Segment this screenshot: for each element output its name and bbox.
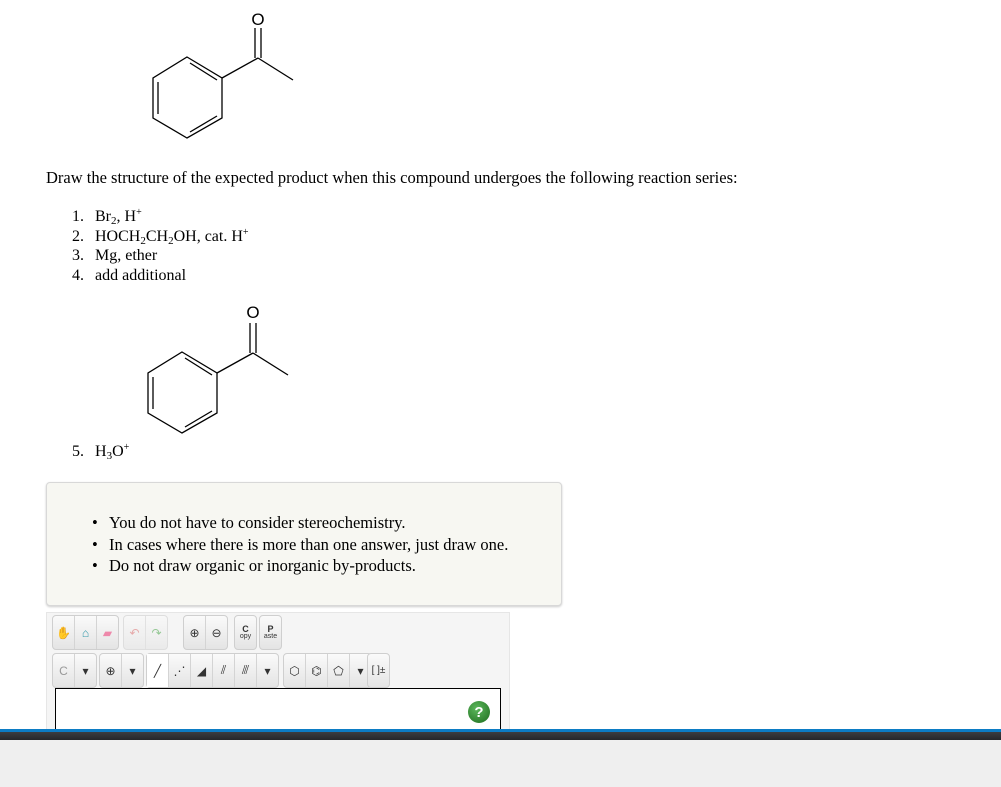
- chevron-down-icon[interactable]: ▾: [257, 654, 278, 687]
- cyclohexane-icon[interactable]: ⬡: [284, 654, 306, 687]
- chevron-down-icon: ▾: [129, 663, 136, 678]
- note: Do not draw organic or inorganic by-prod…: [92, 555, 561, 577]
- ring-tools: ⬡ ⌬ ⬠ ▾: [283, 653, 372, 688]
- undo-icon[interactable]: ↶: [124, 616, 146, 649]
- step-5: 5. H3O+: [72, 442, 130, 462]
- cyclopentane-icon[interactable]: ⬠: [328, 654, 350, 687]
- step-1: 1. Br2, H+: [72, 207, 142, 227]
- step-2: 2. HOCH2CH2OH, cat. H+: [72, 226, 249, 247]
- triple-bond-icon[interactable]: ⫻: [235, 654, 257, 687]
- structure-editor: ✋ ⌂ ▰ ↶ ↷ ⊕ ⊖ Copy Paste C ▾ ⊕ ▾ ╱ ⋰ ◢ ⫽ ⫻…: [46, 612, 510, 733]
- bracket-button[interactable]: [ ]±: [367, 653, 390, 688]
- bond-tools: ╱ ⋰ ◢ ⫽ ⫻ ▾: [146, 653, 279, 688]
- benzene-icon[interactable]: ⌬: [306, 654, 328, 687]
- starting-material-structure: O: [152, 10, 294, 139]
- footer-bar: [0, 732, 1001, 740]
- note: In cases where there is more than one an…: [92, 534, 561, 556]
- oxygen-atom-label: O: [246, 303, 259, 322]
- step-4: 4. add additional: [72, 266, 187, 284]
- step-3: 3. Mg, ether: [72, 247, 158, 264]
- redo-icon[interactable]: ↷: [146, 616, 167, 649]
- charge-selector[interactable]: ⊕ ▾: [99, 653, 144, 688]
- double-bond-icon[interactable]: ⫽: [213, 654, 235, 687]
- zoom-out-icon[interactable]: ⊖: [206, 616, 227, 649]
- reaction-steps: 1. Br2, H+ 2. HOCH2CH2OH, cat. H+ 3. Mg, et…: [72, 207, 249, 285]
- reaction-steps-continued: 5. H3O+: [72, 442, 129, 462]
- eraser-icon[interactable]: ▰: [97, 616, 118, 649]
- help-button[interactable]: ?: [468, 701, 490, 723]
- chevron-down-icon: ▾: [82, 663, 89, 678]
- question-text: Draw the structure of the expected produ…: [46, 168, 738, 187]
- clear-icon[interactable]: ⌂: [75, 616, 97, 649]
- copy-button[interactable]: Copy: [234, 615, 257, 650]
- drawing-canvas[interactable]: ?: [55, 688, 501, 733]
- paste-button[interactable]: Paste: [259, 615, 282, 650]
- footer-area: [0, 740, 1001, 787]
- tool-group-zoom: ⊕ ⊖: [183, 615, 228, 650]
- oxygen-atom-label: O: [251, 10, 264, 29]
- hand-icon[interactable]: ✋: [53, 616, 75, 649]
- zoom-in-icon[interactable]: ⊕: [184, 616, 206, 649]
- atom-selector[interactable]: C ▾: [52, 653, 97, 688]
- tool-group-history: ↶ ↷: [123, 615, 168, 650]
- tool-group-edit: ✋ ⌂ ▰: [52, 615, 119, 650]
- hash-bond-icon[interactable]: ⋰: [169, 654, 191, 687]
- instructions-box: You do not have to consider stereochemis…: [46, 482, 562, 606]
- reagent-structure: O: [147, 303, 289, 434]
- single-bond-icon[interactable]: ╱: [147, 654, 169, 687]
- wedge-bond-icon[interactable]: ◢: [191, 654, 213, 687]
- note: You do not have to consider stereochemis…: [92, 512, 561, 534]
